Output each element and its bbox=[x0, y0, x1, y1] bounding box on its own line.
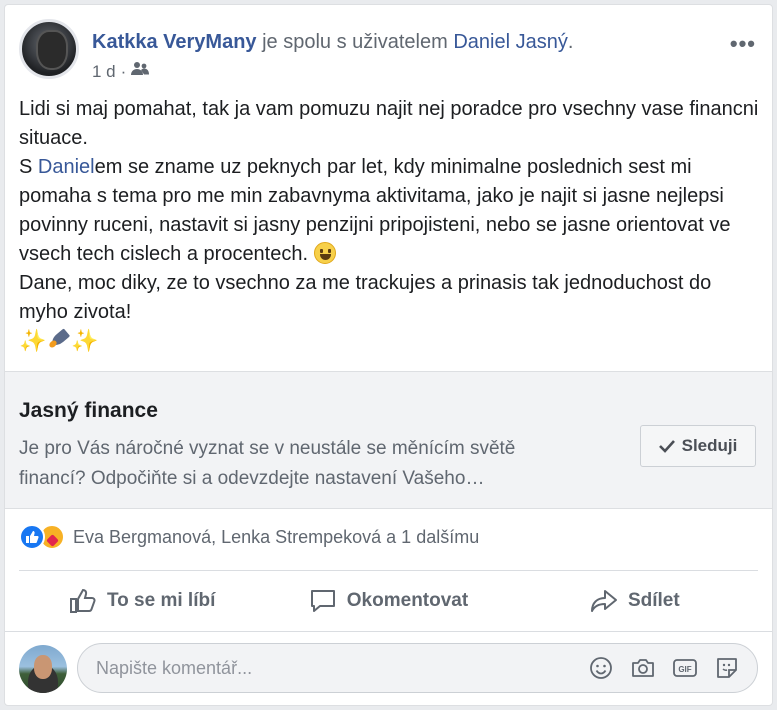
reactors-names[interactable]: Eva Bergmanová, Lenka Strempeková a 1 da… bbox=[73, 527, 479, 548]
share-button[interactable]: Sdílet bbox=[512, 577, 758, 625]
like-label: To se mi líbí bbox=[106, 590, 216, 611]
gif-icon[interactable]: GIF bbox=[673, 656, 697, 680]
comment-input[interactable] bbox=[96, 644, 556, 692]
page-name[interactable]: Jasný finance bbox=[19, 399, 158, 423]
follow-button[interactable]: Sleduji bbox=[640, 425, 756, 467]
tagged-suffix: . bbox=[567, 31, 574, 53]
with-text: je spolu s uživatelem bbox=[262, 31, 448, 53]
like-button[interactable]: To se mi líbí bbox=[19, 577, 265, 625]
follow-label: Sleduji bbox=[681, 436, 738, 455]
post-header: Katkka VeryMany je spolu s uživatelem Da… bbox=[19, 19, 762, 89]
post-paragraph-2: S Danielem se zname uz peknych par let, … bbox=[19, 156, 731, 265]
sparkles-icon: ✨ bbox=[19, 328, 48, 353]
emoji-icon[interactable] bbox=[589, 656, 613, 680]
sticker-icon[interactable] bbox=[715, 656, 739, 680]
grinning-emoji-icon bbox=[313, 242, 336, 264]
sparkles-icon: ✨ bbox=[71, 328, 100, 353]
divider bbox=[5, 631, 772, 632]
thumbs-up-icon bbox=[69, 588, 96, 613]
current-user-avatar[interactable] bbox=[19, 645, 67, 693]
author-name[interactable]: Katkka VeryMany bbox=[92, 31, 257, 53]
friends-icon[interactable] bbox=[131, 61, 150, 82]
post-paragraph-3: Dane, moc diky, ze to vsechno za me trac… bbox=[19, 272, 712, 323]
author-line: Katkka VeryMany je spolu s uživatelem Da… bbox=[92, 29, 573, 55]
page-preview-card[interactable]: Jasný finance Je pro Vás náročné vyznat … bbox=[5, 371, 772, 509]
share-icon bbox=[590, 590, 617, 612]
share-label: Sdílet bbox=[627, 590, 680, 611]
svg-text:GIF: GIF bbox=[678, 665, 691, 674]
mention-daniel[interactable]: Daniel bbox=[38, 156, 95, 178]
comment-icon bbox=[310, 590, 335, 612]
reactions-summary[interactable]: Eva Bergmanová, Lenka Strempeková a 1 da… bbox=[19, 522, 479, 552]
emoji-row: ✨ ✨ bbox=[19, 327, 764, 355]
camera-icon[interactable] bbox=[631, 656, 655, 680]
post-text: Lidi si maj pomahat, tak ja vam pomuzu n… bbox=[19, 95, 764, 355]
post-paragraph-1: Lidi si maj pomahat, tak ja vam pomuzu n… bbox=[19, 98, 759, 149]
post-card: Katkka VeryMany je spolu s uživatelem Da… bbox=[4, 4, 773, 706]
author-avatar[interactable] bbox=[19, 19, 79, 79]
action-bar: To se mi líbí Okomentovat Sdílet bbox=[19, 577, 758, 625]
post-time[interactable]: 1 d bbox=[92, 62, 116, 82]
like-reaction-icon bbox=[19, 524, 45, 550]
page-description: Je pro Vás náročné vyznat se v neustále … bbox=[19, 438, 516, 489]
checkmark-icon bbox=[658, 440, 675, 453]
comment-tools: GIF bbox=[589, 656, 739, 680]
rocket-icon bbox=[47, 327, 71, 351]
more-options-icon[interactable]: ••• bbox=[730, 31, 756, 57]
comment-label: Okomentovat bbox=[346, 590, 469, 611]
comment-composer: GIF bbox=[19, 643, 758, 697]
divider bbox=[19, 570, 758, 571]
post-meta: 1 d · bbox=[92, 61, 150, 82]
meta-dot: · bbox=[120, 61, 127, 81]
tagged-user[interactable]: Daniel Jasný bbox=[453, 31, 568, 53]
comment-button[interactable]: Okomentovat bbox=[265, 577, 511, 625]
comment-box[interactable]: GIF bbox=[77, 643, 758, 693]
